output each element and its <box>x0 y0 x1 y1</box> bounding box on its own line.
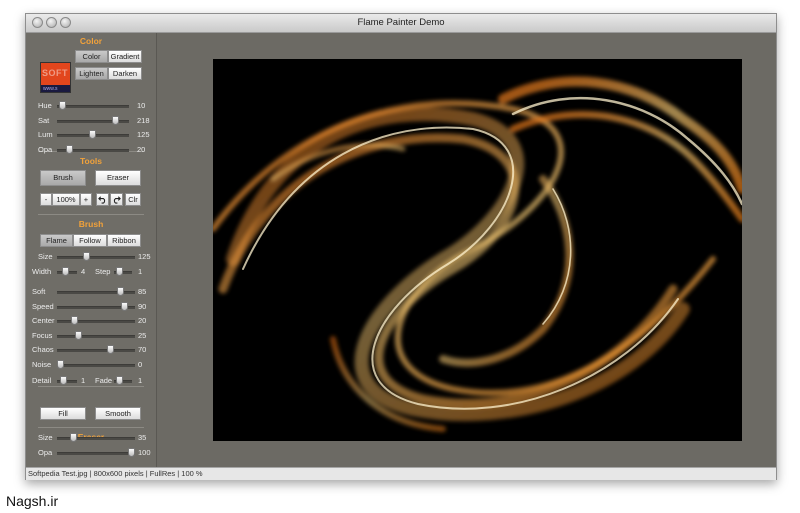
tool-panel: Color SOFT www.s Color Gradient Lighten … <box>26 33 157 467</box>
color-mode-button[interactable]: Color <box>75 50 108 63</box>
eraser-size-slider-track[interactable] <box>57 437 135 440</box>
fill-button[interactable]: Fill <box>40 407 86 420</box>
window-title: Flame Painter Demo <box>357 17 445 28</box>
brush-detail-value: 1 <box>81 376 86 385</box>
color-hue-value: 10 <box>137 101 146 110</box>
color-sat-slider-knob[interactable] <box>112 115 120 125</box>
brush-speed-value: 90 <box>138 301 147 311</box>
brush-fade-value: 1 <box>138 376 143 385</box>
brush-focus-value: 25 <box>138 330 147 340</box>
brush-section-title: Brush <box>78 219 104 229</box>
swatch-watermark-url: www.s <box>43 86 58 92</box>
color-hue-label: Hue <box>38 101 52 110</box>
color-lum-slider-knob[interactable] <box>88 130 96 139</box>
status-text: Softpedia Test.jpg | 800x600 pixels | Fu… <box>28 469 203 478</box>
flame-mode-button[interactable]: Flame <box>40 234 73 247</box>
eraser-opa-slider-track[interactable] <box>57 451 135 455</box>
zoom-in-button[interactable]: + <box>80 193 92 206</box>
brush-noise-label: Noise <box>32 359 52 369</box>
brush-chaos-slider-track[interactable] <box>57 349 135 352</box>
status-bar: Softpedia Test.jpg | 800x600 pixels | Fu… <box>26 467 776 480</box>
separator <box>38 214 144 215</box>
redo-button[interactable] <box>110 193 123 206</box>
eraser-size-slider-knob[interactable] <box>69 433 77 442</box>
brush-center-value: 20 <box>138 316 147 325</box>
smooth-button[interactable]: Smooth <box>95 407 141 420</box>
color-opa-slider-knob[interactable] <box>66 144 74 154</box>
brush-detail-slider-knob[interactable] <box>59 376 67 385</box>
redo-icon <box>113 196 121 204</box>
eraser-opa-value: 100 <box>138 447 151 457</box>
undo-icon <box>98 196 106 204</box>
brush-detail-label: Detail <box>32 376 52 385</box>
brush-tool-button[interactable]: Brush <box>40 170 86 186</box>
color-swatch[interactable]: SOFT www.s <box>40 62 71 93</box>
brush-width-value: 4 <box>81 267 86 276</box>
follow-mode-button[interactable]: Follow <box>73 234 107 247</box>
brush-width-slider-knob[interactable] <box>61 267 69 276</box>
brush-soft-slider-knob[interactable] <box>117 287 125 296</box>
eraser-size-value: 35 <box>138 433 147 442</box>
brush-step-value: 1 <box>138 267 143 276</box>
gradient-mode-button[interactable]: Gradient <box>108 50 142 63</box>
lighten-button[interactable]: Lighten <box>75 67 108 80</box>
eraser-opa-label: Opa <box>38 447 53 457</box>
eraser-tool-button[interactable]: Eraser <box>95 170 141 186</box>
color-sat-value: 218 <box>137 115 150 125</box>
brush-size-slider-track[interactable] <box>57 256 135 259</box>
brush-center-slider-knob[interactable] <box>71 316 79 325</box>
brush-center-slider-track[interactable] <box>57 320 135 323</box>
clear-button[interactable]: Clr <box>125 193 141 206</box>
brush-noise-slider-track[interactable] <box>57 363 135 367</box>
brush-noise-value: 0 <box>138 359 143 369</box>
brush-center-label: Center <box>32 316 55 325</box>
footer-watermark: Nagsh.ir <box>6 493 59 509</box>
brush-step-label: Step <box>95 267 111 276</box>
color-hue-slider-track[interactable] <box>57 105 129 108</box>
brush-focus-slider-knob[interactable] <box>74 330 82 340</box>
brush-soft-value: 85 <box>138 287 147 296</box>
flame-artwork <box>213 76 742 432</box>
canvas-area <box>157 33 776 467</box>
app-window: Flame Painter Demo Color SOFT www.s Colo… <box>25 13 777 480</box>
zoom-level: 100% <box>52 193 80 206</box>
brush-step-slider-knob[interactable] <box>116 267 124 276</box>
eraser-size-label: Size <box>38 433 53 442</box>
ribbon-mode-button[interactable]: Ribbon <box>107 234 141 247</box>
brush-chaos-slider-knob[interactable] <box>106 345 114 354</box>
separator <box>38 427 144 428</box>
brush-fade-label: Fade <box>95 376 113 385</box>
swatch-watermark: SOFT <box>42 68 68 78</box>
title-bar: Flame Painter Demo <box>26 14 776 33</box>
color-lum-value: 125 <box>137 130 150 139</box>
brush-chaos-value: 70 <box>138 345 147 354</box>
color-opa-label: Opa <box>38 144 53 154</box>
brush-focus-slider-track[interactable] <box>57 334 135 338</box>
brush-width-label: Width <box>32 267 52 276</box>
brush-focus-label: Focus <box>32 330 53 340</box>
color-section-title: Color <box>79 36 103 46</box>
eraser-opa-slider-knob[interactable] <box>128 447 135 457</box>
color-hue-slider-knob[interactable] <box>58 101 66 110</box>
brush-size-label: Size <box>38 252 53 261</box>
brush-speed-label: Speed <box>32 301 54 311</box>
brush-speed-slider-knob[interactable] <box>120 301 128 311</box>
brush-noise-slider-knob[interactable] <box>57 359 64 369</box>
darken-button[interactable]: Darken <box>108 67 142 80</box>
brush-soft-label: Soft <box>32 287 46 296</box>
brush-size-value: 125 <box>138 252 151 261</box>
tools-section-title: Tools <box>79 156 103 166</box>
brush-chaos-label: Chaos <box>32 345 54 354</box>
zoom-out-button[interactable]: - <box>40 193 52 206</box>
undo-button[interactable] <box>96 193 109 206</box>
painting-canvas[interactable] <box>213 59 742 441</box>
color-lum-label: Lum <box>38 130 53 139</box>
color-opa-value: 20 <box>137 144 146 154</box>
separator <box>38 386 144 387</box>
brush-size-slider-knob[interactable] <box>82 252 90 261</box>
brush-fade-slider-knob[interactable] <box>116 376 124 385</box>
color-sat-label: Sat <box>38 115 50 125</box>
